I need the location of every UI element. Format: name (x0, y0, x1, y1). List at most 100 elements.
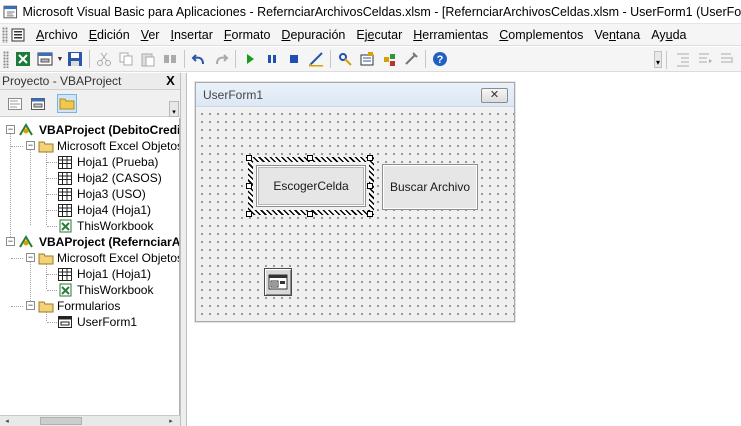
code-window-icon[interactable] (11, 28, 25, 42)
cut-icon[interactable] (93, 48, 115, 70)
menu-item[interactable]: Depuración (276, 25, 351, 45)
tree-item[interactable]: Microsoft Excel Objetos (38, 138, 179, 154)
properties-icon[interactable] (356, 48, 378, 70)
copy-icon[interactable] (115, 48, 137, 70)
menu-item[interactable]: Edición (84, 25, 136, 45)
paste-icon[interactable] (137, 48, 159, 70)
undo-icon[interactable] (188, 48, 210, 70)
comment-block-icon[interactable] (716, 48, 738, 70)
horizontal-scrollbar[interactable]: ◂ ▸ (0, 415, 180, 426)
menu-item[interactable]: Archivo (31, 25, 84, 45)
toolbar-grip[interactable] (3, 50, 9, 68)
resize-handle-nw[interactable] (246, 155, 252, 161)
tree-expander-icon[interactable]: − (6, 125, 15, 134)
menu-item[interactable]: Complementos (494, 25, 589, 45)
outdent-icon[interactable] (694, 48, 716, 70)
reset-icon[interactable] (283, 48, 305, 70)
menu-item[interactable]: Formato (219, 25, 277, 45)
tree-connector (30, 255, 31, 305)
tree-connector (30, 143, 31, 225)
tree-item[interactable]: Microsoft Excel Objetos (38, 250, 179, 266)
tree-connector (11, 306, 23, 307)
scroll-up-arrow[interactable]: ▾ (169, 101, 179, 117)
excel-view-icon[interactable] (12, 48, 34, 70)
help-icon[interactable]: ? (429, 48, 451, 70)
insert-userform-icon[interactable] (34, 48, 56, 70)
menu-item-text: cutar (374, 27, 403, 42)
tree-connector (47, 210, 57, 211)
scroll-left-arrow[interactable]: ◂ (2, 417, 12, 426)
escoger-celda-button[interactable]: EscogerCelda (256, 165, 366, 207)
run-icon[interactable] (239, 48, 261, 70)
resize-handle-se[interactable] (367, 211, 373, 217)
view-object-button[interactable] (28, 94, 48, 113)
tree-connector (47, 290, 57, 291)
chevron-down-icon[interactable]: ▼ (56, 56, 64, 63)
svg-text:?: ? (437, 54, 444, 66)
buscar-archivo-button[interactable]: Buscar Archivo (382, 164, 478, 210)
menu-item[interactable]: Ayuda (646, 25, 692, 45)
tree-item[interactable]: ThisWorkbook (58, 282, 153, 298)
menu-item[interactable]: Ventana (589, 25, 646, 45)
toolbar-separator (235, 50, 236, 68)
resize-handle-e[interactable] (367, 183, 373, 189)
tree-expander-icon[interactable]: − (26, 253, 35, 262)
close-icon[interactable]: ✕ (481, 88, 508, 103)
folder-icon (38, 300, 57, 313)
standard-toolbar: ▼ ? ▾ (0, 47, 741, 72)
menu-item[interactable]: Insertar (165, 25, 218, 45)
tree-item[interactable]: Hoja1 (Hoja1) (58, 266, 151, 282)
menu-item-accelerator: H (413, 27, 423, 42)
tree-expander-icon[interactable]: − (6, 237, 15, 246)
menu-item-text: rchivo (44, 27, 78, 42)
resize-handle-n[interactable] (307, 155, 313, 161)
tree-item[interactable]: Hoja2 (CASOS) (58, 170, 162, 186)
worksheet-icon (58, 155, 77, 169)
view-code-button[interactable] (5, 94, 25, 113)
tree-item[interactable]: VBAProject (DebitoCredito (18, 122, 179, 138)
resize-handle-ne[interactable] (367, 155, 373, 161)
tree-item[interactable]: Hoja4 (Hoja1) (58, 202, 151, 218)
toggle-folders-button[interactable] (57, 94, 77, 113)
menu-item[interactable]: Ejecutar (351, 25, 408, 45)
tree-expander-icon[interactable]: − (26, 141, 35, 150)
tree-item[interactable]: Hoja1 (Prueba) (58, 154, 158, 170)
toolbar-overflow-button[interactable]: ▾ (654, 51, 662, 68)
scroll-right-arrow[interactable]: ▸ (166, 417, 176, 426)
design-mode-icon[interactable] (305, 48, 327, 70)
menu-item-text: Ej (356, 27, 368, 42)
tree-item[interactable]: ThisWorkbook (58, 218, 153, 234)
tree-expander-icon[interactable]: − (26, 301, 35, 310)
close-icon[interactable]: X (164, 74, 177, 88)
menu-item-text: tana (615, 27, 641, 42)
menu-item-accelerator: n (608, 27, 616, 42)
tree-item[interactable]: Hoja3 (USO) (58, 186, 146, 202)
menu-item-text: epuración (290, 27, 346, 42)
tree-item-label: ThisWorkbook (77, 219, 154, 233)
worksheet-icon (58, 267, 77, 281)
menu-item[interactable]: Ver (136, 25, 166, 45)
userform-titlebar: UserForm1 ✕ (196, 83, 514, 107)
menu-item[interactable]: Herramientas (408, 25, 494, 45)
menubar-grip[interactable] (2, 26, 8, 43)
refedit-control-icon[interactable] (264, 268, 292, 296)
folder-icon (38, 140, 57, 153)
tree-item[interactable]: UserForm1 (58, 314, 137, 330)
resize-handle-w[interactable] (246, 183, 252, 189)
save-icon[interactable] (64, 48, 86, 70)
scroll-thumb[interactable] (40, 417, 82, 425)
menu-item-text: dición (97, 27, 130, 42)
tree-item[interactable]: Formularios (38, 298, 120, 314)
redo-icon[interactable] (210, 48, 232, 70)
indent-icon[interactable] (672, 48, 694, 70)
toolbox-icon[interactable] (400, 48, 422, 70)
pane-splitter[interactable] (180, 73, 187, 426)
resize-handle-s[interactable] (307, 211, 313, 217)
tree-item[interactable]: VBAProject (RefernciarArc (18, 234, 179, 250)
break-icon[interactable] (261, 48, 283, 70)
project-explorer-icon[interactable] (334, 48, 356, 70)
object-browser-icon[interactable] (378, 48, 400, 70)
find-icon[interactable] (159, 48, 181, 70)
resize-handle-sw[interactable] (246, 211, 252, 217)
menu-item-accelerator: C (499, 27, 509, 42)
